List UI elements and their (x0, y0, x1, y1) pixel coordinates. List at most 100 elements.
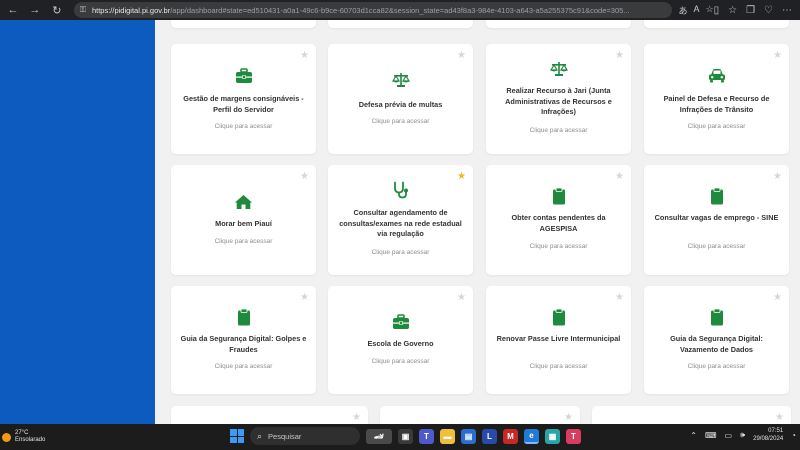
favorite-star-icon[interactable]: ★ (615, 292, 624, 303)
widgets-icon[interactable]: 🏎 (366, 428, 392, 444)
favorite-star-icon[interactable]: ★ (615, 50, 624, 61)
scales-icon (328, 72, 473, 88)
sun-icon (2, 432, 11, 442)
favorite-star-icon[interactable]: ★ (300, 292, 309, 303)
service-card[interactable]: ★ Guia da Segurança Digital: Vazamento d… (644, 286, 789, 394)
service-card-title: Morar bem Piauí (215, 219, 272, 228)
service-card-cta[interactable]: Clique para acessar (328, 358, 473, 365)
service-card-partial[interactable]: ★ (380, 406, 580, 424)
service-card[interactable]: ★ Obter contas pendentes da AGESPISA Cli… (486, 165, 631, 275)
app-icon-l[interactable]: L (482, 428, 497, 444)
weather-widget[interactable]: 27°C Ensolarado (2, 430, 62, 444)
volume-icon[interactable]: 🕪 (740, 430, 745, 440)
service-card-title: Defesa prévia de multas (358, 100, 443, 109)
weather-condition: Ensolarado (15, 437, 46, 443)
service-card-cta[interactable]: Clique para acessar (486, 363, 631, 370)
address-url: https://pidigital.pi.gov.br/app/dashboar… (92, 6, 630, 15)
favorite-star-icon[interactable]: ★ (352, 412, 361, 423)
service-card-title: Consultar agendamento de consultas/exame… (339, 208, 462, 238)
service-card[interactable]: ★ Escola de Governo Clique para acessar (328, 286, 473, 394)
briefcase-icon (171, 68, 316, 84)
extensions-icon[interactable]: ♡ (764, 5, 773, 16)
address-url-host: https://pidigital.pi.gov.br (91, 5, 171, 15)
search-icon: ⌕ (257, 430, 263, 441)
car-icon (644, 68, 789, 83)
start-button[interactable] (230, 429, 244, 443)
favorites-bar-icon[interactable]: ☆ (728, 5, 737, 16)
service-card-cta[interactable]: Clique para acessar (328, 118, 473, 125)
service-card-cta[interactable]: Clique para acessar (644, 363, 789, 370)
app-icon-red-shield[interactable]: M (503, 428, 518, 444)
forward-arrow-icon[interactable]: → (26, 1, 44, 19)
clipboard-icon (486, 187, 631, 205)
split-screen-icon[interactable]: ▯ (714, 5, 720, 16)
read-aloud-icon[interactable]: A (693, 4, 699, 17)
file-explorer-icon[interactable]: ▬ (440, 428, 455, 444)
favorite-star-icon[interactable]: ★ (457, 292, 466, 303)
service-card-partial[interactable] (328, 20, 473, 28)
chevron-up-icon[interactable]: ⌃ (690, 431, 697, 440)
service-card[interactable]: ★ Realizar Recurso à Jari (Junta Adminis… (486, 44, 631, 154)
translate-icon[interactable]: あ (678, 4, 687, 17)
service-card-cta[interactable]: Clique para acessar (171, 238, 316, 245)
back-arrow-icon[interactable]: ← (4, 1, 22, 19)
dashboard-page: ★ Gestão de margens consignáveis - Perfi… (0, 20, 800, 424)
service-card-partial[interactable]: ★ (171, 406, 368, 424)
favorite-star-icon[interactable]: ☆ (705, 4, 713, 17)
service-card[interactable]: ★ Consultar vagas de emprego - SINE Cliq… (644, 165, 789, 275)
edge-icon[interactable]: e (524, 428, 539, 444)
collections-icon[interactable]: ❐ (746, 5, 755, 16)
system-clock[interactable]: 07:51 29/08/2024 (753, 427, 783, 443)
service-card-cta[interactable]: Clique para acessar (486, 127, 631, 134)
service-card-title: Obter contas pendentes da AGESPISA (511, 213, 606, 233)
favorite-star-icon[interactable]: ★ (773, 171, 782, 182)
browser-toolbar: ← → ↻ ⚿ https://pidigital.pi.gov.br/app/… (0, 0, 800, 20)
service-card[interactable]: ★ Painel de Defesa e Recurso de Infraçõe… (644, 44, 789, 154)
service-card-cta[interactable]: Clique para acessar (644, 123, 789, 130)
network-icon[interactable]: ▭ (725, 431, 733, 440)
favorite-star-icon[interactable]: ★ (773, 50, 782, 61)
favorite-star-icon[interactable]: ★ (775, 412, 784, 423)
favorite-star-icon[interactable]: ★ (300, 171, 309, 182)
service-card-cta[interactable]: Clique para acessar (171, 363, 316, 370)
service-card[interactable]: ★ Consultar agendamento de consultas/exa… (328, 165, 473, 275)
weather-temperature: 27°C (15, 430, 29, 436)
service-card-partial[interactable] (644, 20, 789, 28)
notifications-icon[interactable]: ◔ (791, 431, 796, 440)
service-card[interactable]: ★ Renovar Passe Livre Intermunicipal Cli… (486, 286, 631, 394)
house-icon (171, 194, 316, 210)
service-card-title: Renovar Passe Livre Intermunicipal (496, 334, 621, 343)
stethoscope-icon (328, 181, 473, 199)
reload-icon[interactable]: ↻ (48, 1, 66, 19)
address-bar[interactable]: ⚿ https://pidigital.pi.gov.br/app/dashbo… (73, 2, 673, 18)
service-card-partial[interactable] (171, 20, 316, 28)
service-card[interactable]: ★ Gestão de margens consignáveis - Perfi… (171, 44, 316, 154)
service-card[interactable]: ★ Guia da Segurança Digital: Golpes e Fr… (171, 286, 316, 394)
service-card[interactable]: ★ Defesa prévia de multas Clique para ac… (328, 44, 473, 154)
service-card-cta[interactable]: Clique para acessar (171, 123, 316, 130)
keyboard-icon[interactable]: ⌨ (705, 431, 717, 440)
service-card-title: Consultar vagas de emprego - SINE (654, 213, 779, 222)
site-info-icon[interactable]: ⚿ (80, 5, 86, 15)
favorite-star-icon[interactable]: ★ (564, 412, 573, 423)
favorite-star-icon[interactable]: ★ (615, 171, 624, 182)
favorite-star-icon[interactable]: ★ (773, 292, 782, 303)
service-card[interactable]: ★ Morar bem Piauí Clique para acessar (171, 165, 316, 275)
app-icon-teal[interactable]: ▦ (545, 428, 560, 444)
service-card-cta[interactable]: Clique para acessar (486, 243, 631, 250)
service-card-cta[interactable]: Clique para acessar (328, 249, 473, 256)
teams-icon[interactable]: T (419, 428, 434, 444)
task-view-icon[interactable]: ▣ (398, 428, 413, 444)
service-card-partial[interactable]: ★ (592, 406, 791, 424)
favorite-star-icon[interactable]: ★ (457, 50, 466, 61)
clipboard-icon (644, 308, 789, 326)
favorite-star-icon[interactable]: ★ (300, 50, 309, 61)
service-card-cta[interactable]: Clique para acessar (644, 243, 789, 250)
service-card-partial[interactable] (486, 20, 631, 28)
more-menu-icon[interactable]: ⋯ (782, 5, 792, 16)
clipboard-icon (644, 187, 789, 205)
service-card-title: Escola de Governo (367, 339, 434, 348)
app-icon-pink[interactable]: T (566, 428, 581, 444)
taskbar-search[interactable]: ⌕ Pesquisar (250, 427, 360, 445)
app-icon-blue[interactable]: ▤ (461, 428, 476, 444)
